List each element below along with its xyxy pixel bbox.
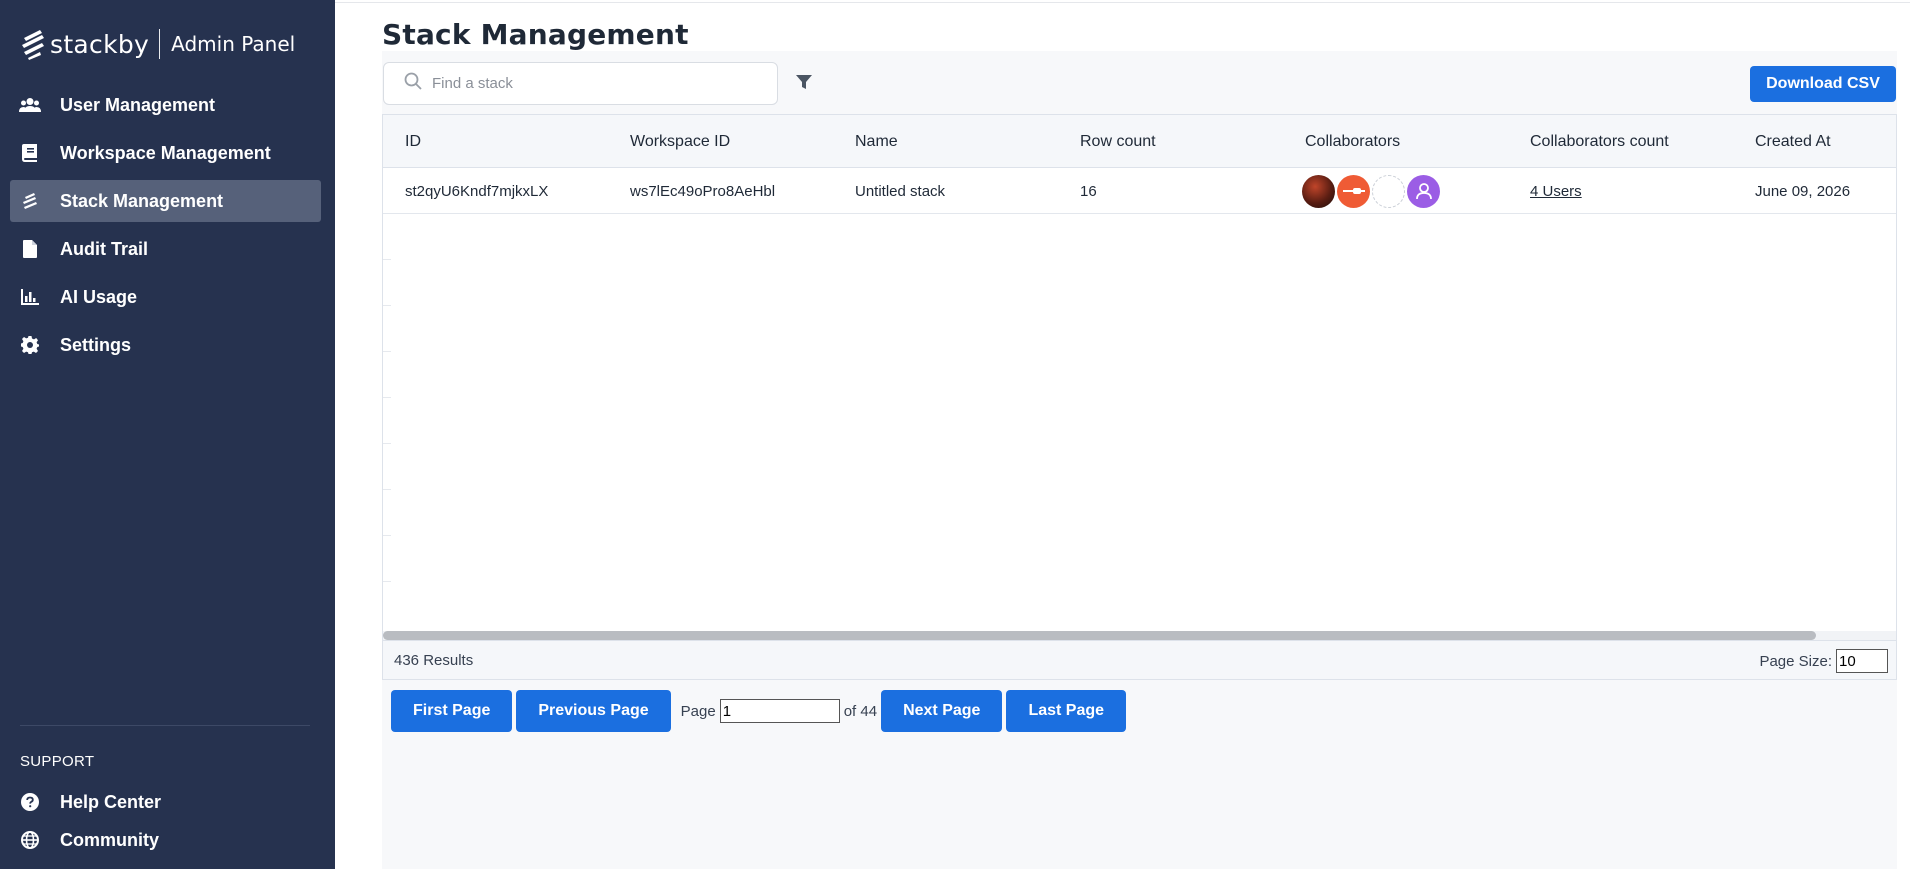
bar-chart-icon <box>19 287 41 307</box>
avatar[interactable] <box>1337 174 1370 208</box>
support-list: Help Center Community <box>19 783 319 859</box>
support-item-label: Help Center <box>60 791 162 812</box>
column-header-created-at[interactable]: Created At <box>1755 115 1831 168</box>
support-title: SUPPORT <box>20 753 95 770</box>
stackby-logo-icon <box>20 28 46 60</box>
pagination: First Page Previous Page Page of 44 Next… <box>391 690 1130 732</box>
book-icon <box>19 143 41 163</box>
cell-id: st2qyU6Kndf7mjkxLX <box>405 182 549 200</box>
row-divider <box>383 581 391 582</box>
users-icon <box>19 95 41 115</box>
cell-name: Untitled stack <box>855 182 946 200</box>
page-size-label: Page Size: <box>1759 652 1832 670</box>
support-item-label: Community <box>60 829 159 850</box>
sidebar-item-audit-trail[interactable]: Audit Trail <box>10 228 321 270</box>
support-item-community[interactable]: Community <box>19 821 319 859</box>
page-number-input[interactable] <box>719 699 840 723</box>
brand-divider <box>159 29 161 59</box>
sidebar-item-label: Workspace Management <box>60 142 271 163</box>
column-header-collaborators[interactable]: Collaborators <box>1305 115 1400 168</box>
previous-page-button[interactable]: Previous Page <box>516 690 671 732</box>
table-header: ID Workspace ID Name Row count Collabora… <box>383 115 1896 168</box>
table-row[interactable]: st2qyU6Kndf7mjkxLX ws7lEc49oPro8AeHbl Un… <box>383 168 1896 214</box>
row-divider <box>383 489 391 490</box>
sidebar-item-label: Settings <box>60 334 132 355</box>
sidebar-item-settings[interactable]: Settings <box>10 324 321 366</box>
column-header-workspace-id[interactable]: Workspace ID <box>630 115 730 168</box>
file-icon <box>19 239 41 259</box>
row-divider <box>383 259 391 260</box>
sidebar-item-user-management[interactable]: User Management <box>10 84 321 126</box>
brand-panel-label: Admin Panel <box>171 32 296 56</box>
filter-icon <box>796 74 812 95</box>
row-divider <box>383 397 391 398</box>
sidebar-item-label: User Management <box>60 94 216 115</box>
page-indicator: Page of 44 <box>681 699 877 723</box>
globe-icon <box>19 830 41 850</box>
column-header-name[interactable]: Name <box>855 115 898 168</box>
page-total-label: of 44 <box>843 702 878 720</box>
cell-collaborators-count: 4 Users <box>1530 168 1582 214</box>
sidebar-nav: User Management Workspace Management Sta… <box>10 84 321 372</box>
avatar-broken-image-icon[interactable] <box>1372 174 1405 208</box>
support-divider <box>20 725 310 726</box>
page-size-control: Page Size: <box>1759 649 1888 673</box>
cell-workspace-id: ws7lEc49oPro8AeHbl <box>630 182 776 200</box>
next-page-button[interactable]: Next Page <box>881 690 1003 732</box>
brand-name: stackby <box>50 29 150 59</box>
cell-row-count: 16 <box>1080 182 1097 200</box>
support-item-help-center[interactable]: Help Center <box>19 783 319 821</box>
horizontal-scrollbar-thumb[interactable] <box>383 631 1816 640</box>
results-count: 436 Results <box>394 652 474 669</box>
row-divider <box>383 305 391 306</box>
column-header-id[interactable]: ID <box>405 115 421 168</box>
first-page-button[interactable]: First Page <box>391 690 513 732</box>
search-box[interactable] <box>383 62 778 105</box>
sidebar-item-label: Audit Trail <box>60 238 149 259</box>
search-input[interactable] <box>432 75 752 92</box>
column-header-collaborators-count[interactable]: Collaborators count <box>1530 115 1669 168</box>
search-icon <box>404 72 432 95</box>
sidebar: stackby Admin Panel User Management Work… <box>0 0 335 869</box>
page-label: Page <box>680 702 716 720</box>
row-divider <box>383 351 391 352</box>
filter-button[interactable] <box>791 72 817 96</box>
avatar-default-user-icon[interactable] <box>1407 174 1440 208</box>
stack-icon <box>19 191 41 211</box>
brand[interactable]: stackby Admin Panel <box>20 26 295 62</box>
gear-icon <box>19 335 41 355</box>
cell-created-at: June 09, 2026 <box>1755 182 1851 200</box>
download-csv-button[interactable]: Download CSV <box>1750 66 1896 102</box>
top-border <box>335 2 1910 3</box>
sidebar-item-workspace-management[interactable]: Workspace Management <box>10 132 321 174</box>
horizontal-scrollbar[interactable] <box>383 631 1896 640</box>
page-size-input[interactable] <box>1836 649 1888 673</box>
sidebar-item-stack-management[interactable]: Stack Management <box>10 180 321 222</box>
row-divider <box>383 535 391 536</box>
page-title: Stack Management <box>382 18 689 51</box>
table-footer: 436 Results Page Size: <box>383 640 1896 679</box>
sidebar-item-ai-usage[interactable]: AI Usage <box>10 276 321 318</box>
cell-collaborators <box>1302 168 1442 214</box>
last-page-button[interactable]: Last Page <box>1006 690 1127 732</box>
avatar[interactable] <box>1302 174 1335 208</box>
column-header-row-count[interactable]: Row count <box>1080 115 1156 168</box>
main-content: Stack Management Download CSV ID Workspa… <box>335 0 1910 869</box>
sidebar-item-label: AI Usage <box>60 286 138 307</box>
question-icon <box>19 792 41 812</box>
sidebar-item-label: Stack Management <box>60 190 224 211</box>
row-divider <box>383 443 391 444</box>
collaborators-count-link[interactable]: 4 Users <box>1530 183 1582 200</box>
stacks-table: ID Workspace ID Name Row count Collabora… <box>382 114 1897 680</box>
